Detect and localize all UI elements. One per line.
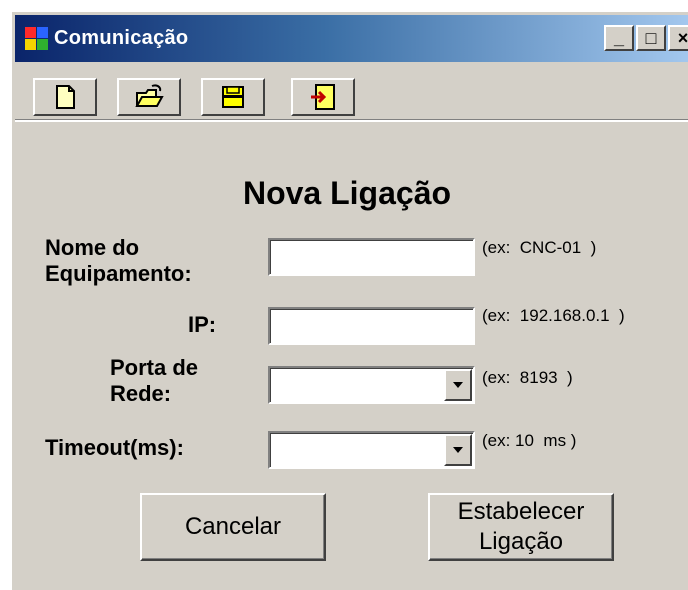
equipment-name-hint: (ex: CNC-01 ) (482, 238, 597, 257)
timeout-dropdown-button[interactable] (444, 434, 472, 466)
network-port-dropdown-button[interactable] (444, 369, 472, 401)
timeout-combo[interactable] (268, 431, 475, 469)
maximize-icon: □ (645, 28, 657, 48)
equipment-name-label: Nome do Equipamento: (45, 235, 192, 286)
form-heading: Nova Ligação (242, 175, 452, 211)
network-port-hint: (ex: 8193 ) (482, 368, 573, 387)
maximize-button[interactable]: □ (636, 25, 666, 51)
network-port-combo[interactable] (268, 366, 475, 404)
exit-button[interactable] (291, 78, 355, 116)
app-icon (25, 26, 49, 51)
ip-label: IP: (188, 312, 217, 337)
exit-door-icon (311, 84, 335, 110)
save-button[interactable] (201, 78, 265, 116)
open-folder-icon (135, 84, 164, 107)
toolbar (15, 64, 688, 122)
close-button[interactable]: × (668, 25, 688, 51)
title-bar[interactable]: Comunicação _ □ × (15, 15, 688, 62)
minimize-icon: _ (613, 28, 624, 48)
open-button[interactable] (117, 78, 181, 116)
equipment-name-input[interactable] (268, 238, 475, 276)
chevron-down-icon (453, 447, 463, 453)
communication-window: Comunicação _ □ × Nova Ligação Nome do E… (10, 10, 688, 590)
save-icon (222, 86, 244, 108)
window-controls: _ □ × (604, 25, 688, 51)
establish-connection-button[interactable]: Estabelecer Ligação (428, 493, 614, 561)
new-button[interactable] (33, 78, 97, 116)
window-title: Comunicação (54, 27, 189, 49)
close-icon: × (677, 28, 688, 48)
network-port-label: Porta de Rede: (110, 355, 199, 406)
ip-hint: (ex: 192.168.0.1 ) (482, 306, 625, 325)
chevron-down-icon (453, 382, 463, 388)
timeout-label: Timeout(ms): (45, 435, 184, 460)
new-file-icon (56, 85, 75, 109)
ip-input[interactable] (268, 307, 475, 345)
minimize-button[interactable]: _ (604, 25, 634, 51)
timeout-hint: (ex: 10 ms ) (482, 431, 577, 450)
cancel-button[interactable]: Cancelar (140, 493, 326, 561)
